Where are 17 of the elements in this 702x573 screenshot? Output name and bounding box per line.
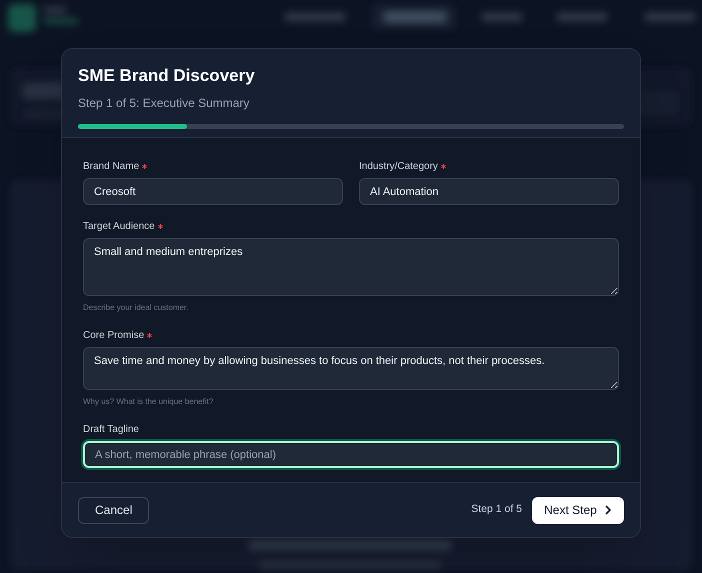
field-label: Brand Name [83, 160, 140, 174]
field-label: Core Promise [83, 328, 144, 342]
dialog-subtitle: Step 1 of 5: Executive Summary [78, 95, 250, 111]
next-step-button[interactable]: Next Step [532, 496, 624, 524]
input-field[interactable]: A short, memorable phrase (optional) [83, 441, 619, 468]
cancel-button[interactable]: Cancel [78, 496, 150, 524]
dialog-title: SME Brand Discovery [78, 65, 255, 87]
text-area[interactable]: Small and medium entreprizes [83, 238, 619, 296]
field-hint: Describe your ideal customer. [83, 302, 188, 314]
text-area[interactable]: Save time and money by allowing businesses to focus on their products, not their processes. [83, 347, 619, 390]
input-field[interactable]: AI Automation [359, 178, 619, 205]
input-field[interactable]: Creosoft [83, 178, 343, 205]
field-label: Target Audience [83, 220, 155, 234]
step-counter: Step 1 of 5 [471, 502, 522, 518]
field-hint: Why us? What is the unique benefit? [83, 396, 214, 408]
field-label: Draft Tagline [83, 422, 139, 436]
field-label: Industry/Category [359, 160, 438, 174]
